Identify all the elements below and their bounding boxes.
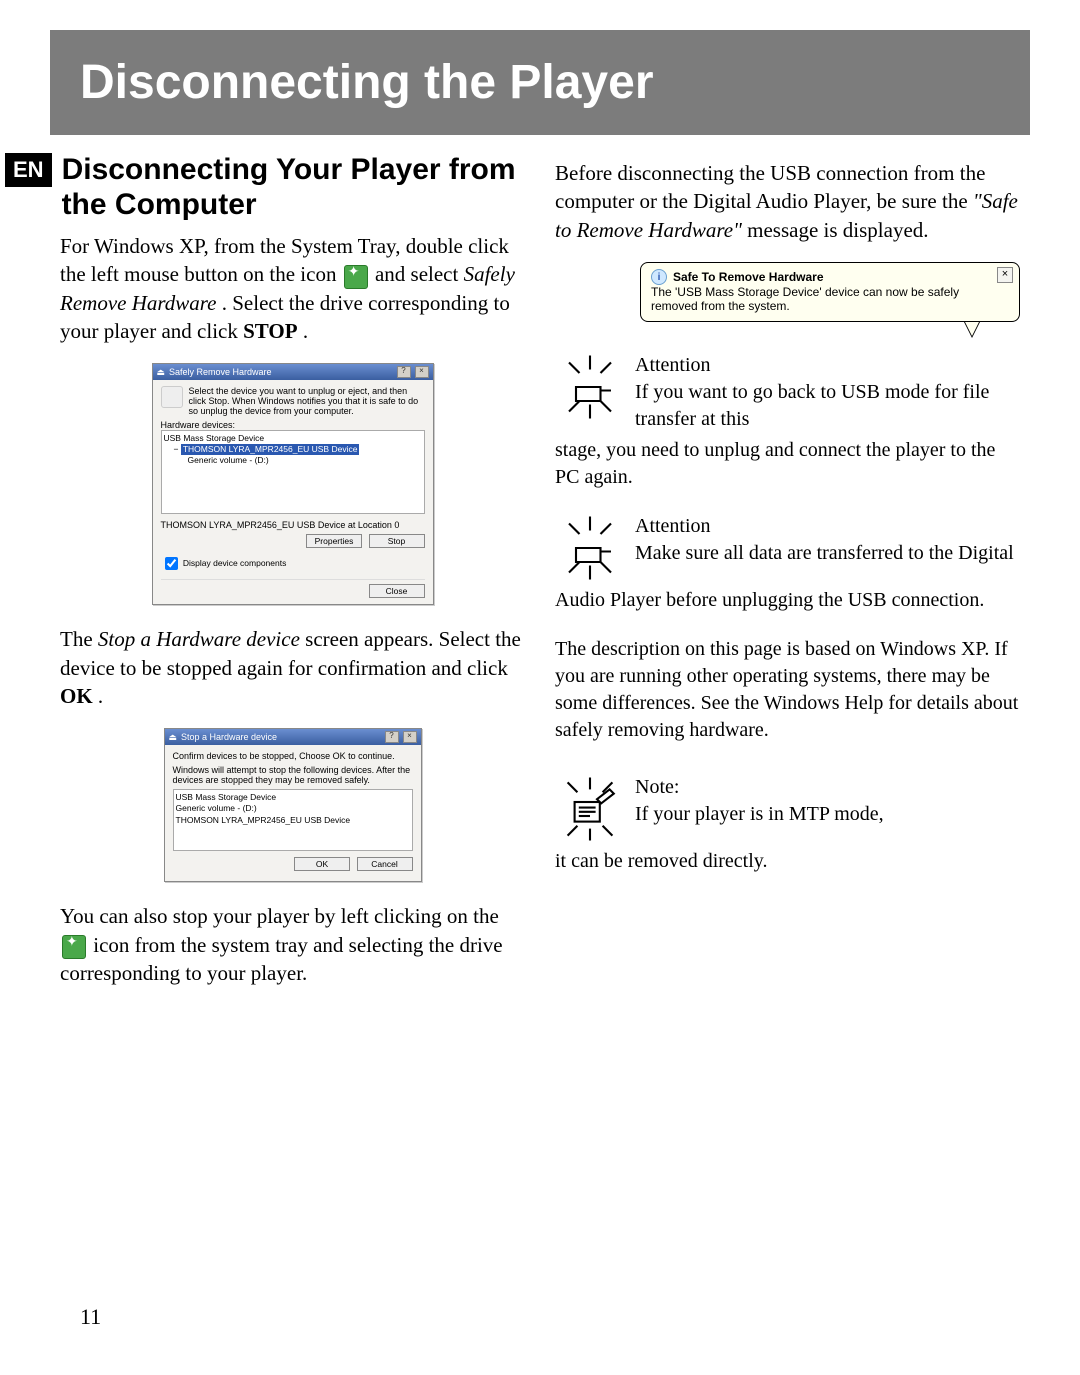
- dialog-title-text: Stop a Hardware device: [181, 732, 277, 742]
- hardware-device-list[interactable]: USB Mass Storage Device − THOMSON LYRA_M…: [161, 430, 425, 514]
- attention-callout-2: Attention Make sure all data are transfe…: [555, 513, 1020, 583]
- list-item[interactable]: THOMSON LYRA_MPR2456_EU USB Device: [176, 815, 410, 826]
- help-button[interactable]: ?: [385, 731, 399, 743]
- dialog-title-text: Safely Remove Hardware: [169, 367, 272, 377]
- hardware-devices-label: Hardware devices:: [161, 420, 425, 430]
- manual-page: Disconnecting the Player EN Disconnectin…: [0, 0, 1080, 1375]
- safe-to-remove-balloon: × i Safe To Remove Hardware The 'USB Mas…: [640, 262, 1020, 322]
- stop-button[interactable]: Stop: [369, 534, 425, 548]
- balloon-close-button[interactable]: ×: [997, 267, 1013, 283]
- device-location-text: THOMSON LYRA_MPR2456_EU USB Device at Lo…: [161, 520, 425, 530]
- text: .: [303, 319, 308, 343]
- callout-1-continuation: stage, you need to unplug and connect th…: [555, 437, 1020, 491]
- page-number: 11: [80, 1304, 101, 1330]
- list-item[interactable]: USB Mass Storage Device: [164, 433, 422, 444]
- left-column: EN Disconnecting Your Player from the Co…: [60, 153, 525, 1005]
- right-column: Before disconnecting the USB connection …: [555, 153, 1020, 1005]
- list-item[interactable]: USB Mass Storage Device: [176, 792, 410, 803]
- dialog-instruction-icon: [161, 386, 183, 408]
- list-item[interactable]: Generic volume - (D:): [164, 455, 422, 466]
- callout-lead: If you want to go back to USB mode for f…: [635, 381, 989, 430]
- close-dialog-button[interactable]: Close: [369, 584, 425, 598]
- cancel-button[interactable]: Cancel: [357, 857, 413, 871]
- callout-text: Note: If your player is in MTP mode,: [635, 774, 884, 828]
- text: .: [98, 684, 103, 708]
- text: and select: [375, 262, 464, 286]
- text: icon from the system tray and selecting …: [60, 933, 503, 985]
- bold-text: OK: [60, 684, 93, 708]
- note-continuation: it can be removed directly.: [555, 848, 1020, 875]
- page-title: Disconnecting the Player: [50, 30, 1030, 135]
- dialog-instruction-text: Select the device you want to unplug or …: [189, 386, 425, 416]
- section-heading-row: EN Disconnecting Your Player from the Co…: [60, 153, 525, 222]
- text: The: [60, 627, 98, 651]
- dialog-line2: Windows will attempt to stop the followi…: [173, 765, 413, 785]
- paragraph-right-1: Before disconnecting the USB connection …: [555, 159, 1020, 244]
- safely-remove-dialog: ⏏ Safely Remove Hardware ? × Select the …: [152, 363, 434, 605]
- callout-2-continuation: Audio Player before unplugging the USB c…: [555, 587, 1020, 614]
- dialog-line1: Confirm devices to be stopped, Choose OK…: [173, 751, 413, 761]
- dialog-title-icon: ⏏: [169, 732, 178, 743]
- os-note: The description on this page is based on…: [555, 636, 1020, 744]
- attention-callout-1: Attention If you want to go back to USB …: [555, 352, 1020, 433]
- text: message is displayed.: [747, 218, 928, 242]
- hand-point-icon: [555, 352, 625, 422]
- italic-text: Stop a Hardware device: [98, 627, 300, 651]
- pencil-note-icon: [555, 774, 625, 844]
- display-components-checkbox[interactable]: Display device components: [161, 554, 425, 573]
- balloon-message: The 'USB Mass Storage Device' device can…: [651, 285, 1009, 313]
- dialog-body: Select the device you want to unplug or …: [153, 380, 433, 604]
- dialog-title-icon: ⏏: [157, 367, 166, 378]
- content-columns: EN Disconnecting Your Player from the Co…: [60, 153, 1020, 1005]
- paragraph-2: The Stop a Hardware device screen appear…: [60, 625, 525, 710]
- paragraph-1: For Windows XP, from the System Tray, do…: [60, 232, 525, 345]
- balloon-body: × i Safe To Remove Hardware The 'USB Mas…: [640, 262, 1020, 322]
- balloon-tail-icon: [964, 322, 980, 338]
- callout-title: Attention: [635, 352, 1020, 379]
- close-button[interactable]: ×: [415, 366, 429, 378]
- hand-point-icon: [555, 513, 625, 583]
- text: Before disconnecting the USB connection …: [555, 161, 985, 213]
- callout-lead: If your player is in MTP mode,: [635, 803, 884, 825]
- dialog-titlebar: ⏏ Stop a Hardware device ? ×: [165, 729, 421, 745]
- language-tag: EN: [5, 153, 52, 187]
- balloon-title-text: Safe To Remove Hardware: [673, 270, 824, 284]
- list-item[interactable]: Generic volume - (D:): [176, 803, 410, 814]
- paragraph-3: You can also stop your player by left cl…: [60, 902, 525, 987]
- balloon-title: i Safe To Remove Hardware: [651, 269, 1009, 285]
- bold-text: STOP: [243, 319, 297, 343]
- callout-text: Attention If you want to go back to USB …: [635, 352, 1020, 433]
- info-icon: i: [651, 269, 667, 285]
- callout-title: Note:: [635, 774, 884, 801]
- systray-eject-icon: [344, 265, 368, 289]
- callout-lead: Make sure all data are transferred to th…: [635, 542, 1014, 564]
- callout-text: Attention Make sure all data are transfe…: [635, 513, 1014, 567]
- callout-title: Attention: [635, 513, 1014, 540]
- help-button[interactable]: ?: [397, 366, 411, 378]
- text: You can also stop your player by left cl…: [60, 904, 499, 928]
- ok-button[interactable]: OK: [294, 857, 350, 871]
- checkbox-label: Display device components: [183, 558, 286, 568]
- dialog-titlebar: ⏏ Safely Remove Hardware ? ×: [153, 364, 433, 380]
- list-item-selected[interactable]: THOMSON LYRA_MPR2456_EU USB Device: [181, 444, 360, 455]
- systray-eject-icon: [62, 935, 86, 959]
- note-callout: Note: If your player is in MTP mode,: [555, 774, 1020, 844]
- close-button[interactable]: ×: [403, 731, 417, 743]
- stop-device-list[interactable]: USB Mass Storage Device Generic volume -…: [173, 789, 413, 851]
- checkbox-input[interactable]: [165, 557, 178, 570]
- stop-hardware-dialog: ⏏ Stop a Hardware device ? × Confirm dev…: [164, 728, 422, 882]
- dialog-body: Confirm devices to be stopped, Choose OK…: [165, 745, 421, 881]
- section-heading: Disconnecting Your Player from the Compu…: [62, 153, 525, 222]
- properties-button[interactable]: Properties: [306, 534, 362, 548]
